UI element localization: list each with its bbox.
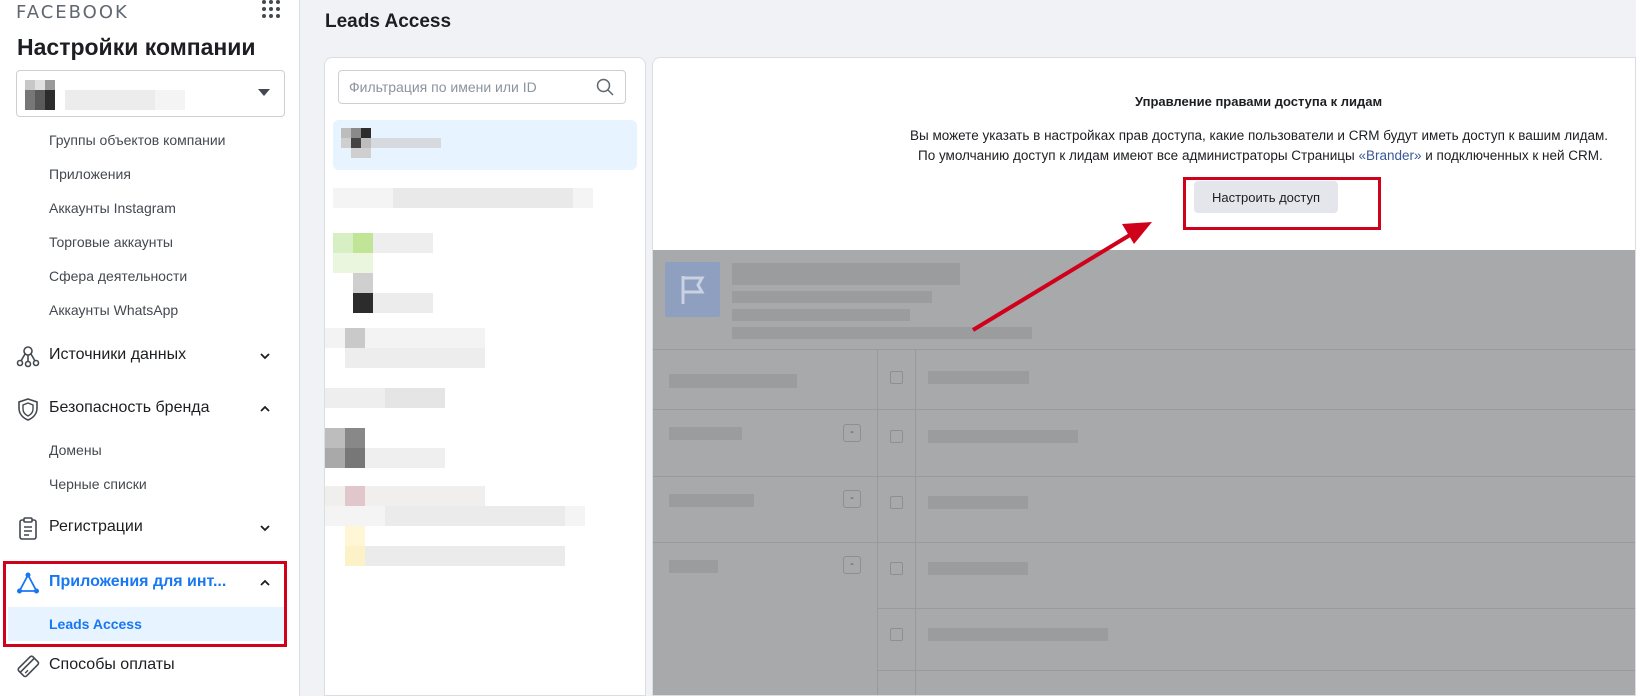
highlight-box-integrations — [3, 561, 287, 647]
checkbox — [890, 628, 903, 641]
placeholder-bar — [928, 562, 1028, 575]
preview-overlay: - - - — [653, 250, 1635, 695]
checkbox — [890, 562, 903, 575]
sidebar-section-label: Источники данных — [49, 346, 187, 363]
chevron-down-icon — [258, 89, 270, 96]
sidebar-item-commerce-accounts[interactable]: Торговые аккаунты — [49, 234, 173, 250]
sidebar-item-domains[interactable]: Домены — [49, 442, 102, 458]
data-sources-icon — [16, 346, 40, 368]
collapse-button: - — [843, 490, 861, 508]
sidebar-item-whatsapp-accounts[interactable]: Аккаунты WhatsApp — [49, 302, 178, 318]
account-avatar-pixelated — [25, 80, 205, 110]
search-icon — [596, 78, 614, 96]
sidebar-item-business-asset-groups[interactable]: Группы объектов компании — [49, 132, 226, 148]
placeholder-bar — [928, 371, 1029, 384]
divider — [653, 349, 1635, 350]
flag-icon — [665, 262, 720, 317]
placeholder-bar — [669, 494, 754, 507]
detail-text-prefix: По умолчанию доступ к лидам имеют все ад… — [918, 148, 1359, 163]
divider — [915, 349, 916, 695]
detail-text-suffix: и подключенных к ней CRM. — [1421, 148, 1603, 163]
placeholder-bar — [928, 496, 1028, 509]
sidebar-section-label: Способы оплаты — [49, 656, 175, 673]
chevron-down-icon — [260, 525, 270, 532]
chevron-down-icon — [260, 353, 270, 360]
filter-search-input[interactable] — [338, 70, 626, 104]
business-account-select[interactable] — [16, 70, 285, 117]
placeholder-bar — [732, 291, 932, 303]
detail-heading: Управление правами доступа к лидам — [1135, 94, 1383, 109]
checkbox — [890, 371, 903, 384]
sidebar: FACEBOOK Настройки компании Группы объек… — [0, 0, 300, 696]
sidebar-section-label: Безопасность бренда — [49, 399, 210, 416]
collapse-button: - — [843, 556, 861, 574]
divider — [877, 349, 878, 695]
placeholder-bar — [732, 327, 1032, 339]
placeholder-bar — [732, 309, 910, 321]
sidebar-section-registrations[interactable]: Регистрации — [16, 510, 281, 544]
divider — [653, 542, 1635, 543]
sidebar-section-label: Регистрации — [49, 518, 143, 535]
sidebar-section-payment-methods[interactable]: Способы оплаты — [16, 648, 281, 682]
page: FACEBOOK Настройки компании Группы объек… — [0, 0, 1636, 696]
sidebar-item-instagram-accounts[interactable]: Аккаунты Instagram — [49, 200, 176, 216]
shield-icon — [18, 398, 38, 421]
divider — [877, 608, 1635, 609]
credit-card-icon — [17, 655, 40, 678]
sidebar-section-data-sources[interactable]: Источники данных — [16, 338, 281, 372]
apps-grid-icon[interactable] — [262, 0, 282, 18]
clipboard-icon — [19, 517, 37, 540]
divider — [877, 670, 1635, 671]
sidebar-item-line-of-business[interactable]: Сфера деятельности — [49, 268, 187, 284]
detail-description-line-2: По умолчанию доступ к лидам имеют все ад… — [918, 148, 1603, 163]
placeholder-bar — [669, 427, 742, 440]
divider — [653, 409, 1635, 410]
placeholder-bar — [669, 374, 797, 388]
page-title: Leads Access — [325, 11, 452, 32]
placeholder-bar — [928, 430, 1078, 443]
divider — [653, 476, 1635, 477]
checkbox — [890, 430, 903, 443]
leads-list-panel — [324, 57, 646, 696]
leads-access-detail-panel: Управление правами доступа к лидам Вы мо… — [652, 57, 1636, 696]
sidebar-section-brand-safety[interactable]: Безопасность бренда — [16, 391, 281, 425]
sidebar-item-block-lists[interactable]: Черные списки — [49, 476, 147, 492]
placeholder-bar — [732, 263, 960, 285]
placeholder-bar — [669, 560, 718, 573]
checkbox — [890, 496, 903, 509]
collapse-button: - — [843, 424, 861, 442]
chevron-up-icon — [260, 405, 270, 412]
placeholder-bar — [928, 628, 1108, 641]
highlight-box-configure-access — [1183, 177, 1381, 230]
sidebar-item-apps[interactable]: Приложения — [49, 166, 131, 182]
page-title-company-settings: Настройки компании — [17, 34, 256, 60]
facebook-logo: FACEBOOK — [16, 2, 129, 23]
detail-description-line-1: Вы можете указать в настройках прав дост… — [910, 128, 1609, 143]
list-item-selected[interactable] — [333, 120, 637, 170]
page-link-brander[interactable]: «Brander» — [1358, 148, 1421, 163]
